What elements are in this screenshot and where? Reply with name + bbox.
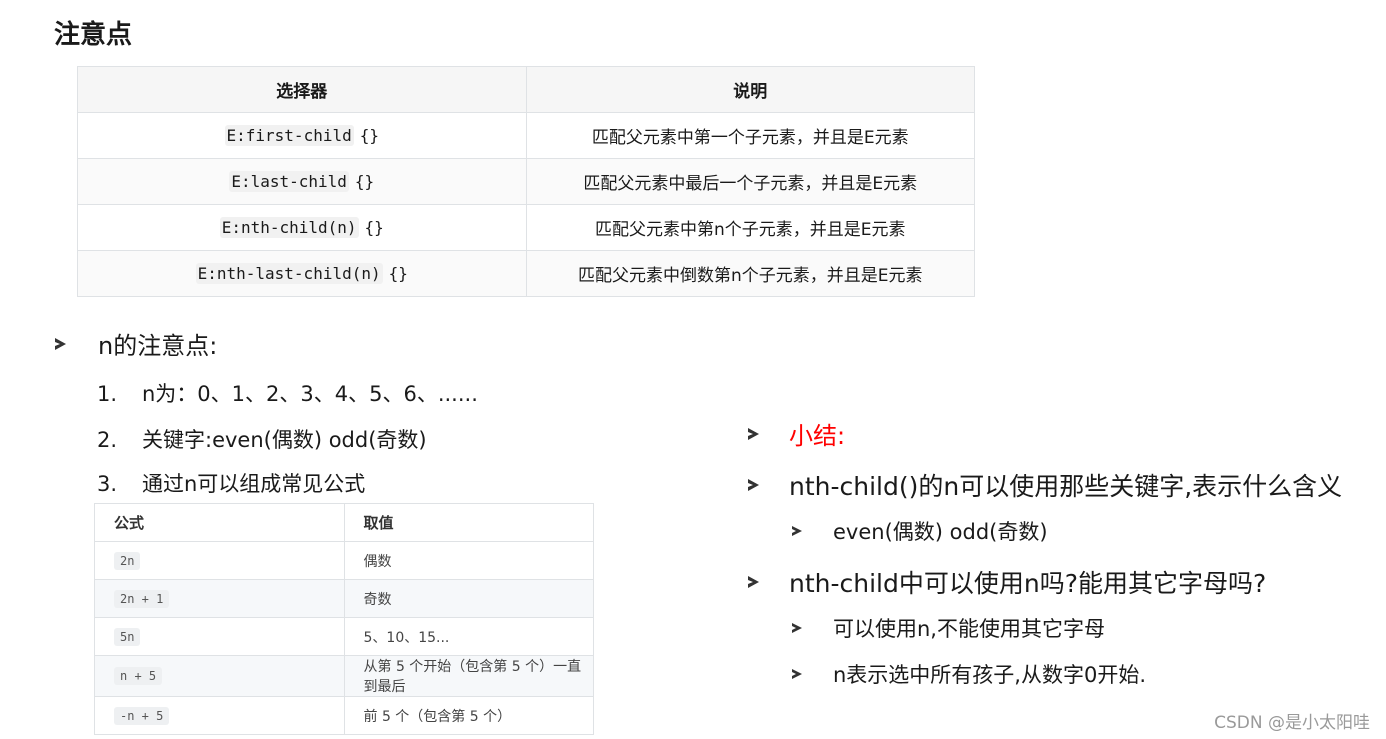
table-row: 5n 5、10、15...: [94, 617, 594, 656]
value-cell: 奇数: [343, 579, 594, 618]
summary-answer-text: n表示选中所有孩子,从数字0开始.: [833, 663, 1147, 687]
header-value: 取值: [343, 503, 594, 542]
formula-code: -n + 5: [114, 706, 170, 725]
arrow-bullet-icon: [792, 526, 802, 536]
header-selector: 选择器: [77, 66, 527, 113]
summary-question: nth-child中可以使用n吗?能用其它字母吗?: [748, 564, 1266, 600]
summary-question-text: nth-child中可以使用n吗?能用其它字母吗?: [789, 569, 1267, 598]
value-cell: 前 5 个（包含第 5 个）: [343, 696, 594, 735]
summary-answer-text: even(偶数) odd(奇数): [833, 520, 1048, 544]
table-row: -n + 5 前 5 个（包含第 5 个）: [94, 696, 594, 735]
summary-heading-text: 小结:: [789, 422, 846, 450]
n-notes-heading-text: n的注意点:: [98, 332, 218, 360]
formula-cell: -n + 5: [94, 696, 345, 735]
table-row: 2n 偶数: [94, 541, 594, 580]
table-header-row: 公式 取值: [94, 503, 594, 542]
selector-code: E:nth-child(n): [219, 216, 359, 238]
selector-braces: {}: [359, 125, 379, 145]
table-row: E:last-child{} 匹配父元素中最后一个子元素，并且是E元素: [77, 158, 975, 205]
selector-cell: E:nth-last-child(n){}: [77, 250, 527, 297]
description-cell: 匹配父元素中倒数第n个子元素，并且是E元素: [525, 250, 975, 297]
list-item: 3. 通过n可以组成常见公式: [97, 468, 365, 498]
summary-question: nth-child()的n可以使用那些关键字,表示什么含义: [748, 467, 1342, 503]
header-formula: 公式: [94, 503, 345, 542]
selector-braces: {}: [364, 217, 384, 237]
arrow-bullet-icon: [748, 479, 759, 491]
n-notes-heading: n的注意点:: [55, 326, 217, 361]
arrow-bullet-icon: [748, 576, 759, 588]
selector-cell: E:last-child{}: [77, 158, 527, 205]
selector-cell: E:first-child{}: [77, 112, 527, 159]
formula-code: 5n: [114, 627, 141, 646]
formula-code: 2n: [114, 551, 141, 570]
description-cell: 匹配父元素中最后一个子元素，并且是E元素: [525, 158, 975, 205]
value-cell: 5、10、15...: [343, 617, 594, 656]
summary-answer: even(偶数) odd(奇数): [792, 516, 1048, 546]
list-item: 1. n为：0、1、2、3、4、5、6、......: [97, 378, 478, 408]
formula-table: 公式 取值 2n 偶数 2n + 1 奇数 5n 5、10、15... n + …: [94, 503, 594, 735]
arrow-bullet-icon: [55, 337, 66, 350]
table-row: E:nth-last-child(n){} 匹配父元素中倒数第n个子元素，并且是…: [77, 250, 975, 297]
selector-braces: {}: [388, 263, 408, 283]
selector-braces: {}: [354, 171, 375, 191]
formula-cell: 2n: [94, 541, 345, 580]
description-cell: 匹配父元素中第一个子元素，并且是E元素: [525, 112, 975, 159]
list-text: 通过n可以组成常见公式: [142, 472, 366, 496]
table-header-row: 选择器 说明: [77, 66, 975, 113]
list-text: 关键字:even(偶数) odd(奇数): [142, 428, 427, 452]
formula-cell: 5n: [94, 617, 345, 656]
formula-code: 2n + 1: [114, 589, 170, 608]
formula-cell: n + 5: [94, 655, 345, 697]
summary-answer: n表示选中所有孩子,从数字0开始.: [792, 659, 1146, 689]
selector-table: 选择器 说明 E:first-child{} 匹配父元素中第一个子元素，并且是E…: [77, 66, 975, 297]
selector-code: E:first-child: [224, 124, 354, 146]
formula-cell: 2n + 1: [94, 579, 345, 618]
summary-answer: 可以使用n,不能使用其它字母: [792, 613, 1105, 643]
list-text: n为：0、1、2、3、4、5、6、......: [142, 382, 478, 406]
table-row: n + 5 从第 5 个开始（包含第 5 个）一直到最后: [94, 655, 594, 697]
formula-code: n + 5: [114, 667, 163, 685]
header-description: 说明: [525, 66, 975, 113]
list-number: 2.: [97, 428, 118, 452]
summary-answer-text: 可以使用n,不能使用其它字母: [833, 617, 1105, 641]
summary-heading: 小结:: [748, 416, 845, 451]
watermark: CSDN @是小太阳哇: [1214, 713, 1370, 733]
page-title: 注意点: [54, 20, 133, 50]
arrow-bullet-icon: [792, 623, 802, 633]
value-cell: 从第 5 个开始（包含第 5 个）一直到最后: [343, 655, 594, 697]
arrow-bullet-icon: [792, 669, 802, 679]
selector-code: E:nth-last-child(n): [195, 262, 383, 284]
summary-question-text: nth-child()的n可以使用那些关键字,表示什么含义: [789, 472, 1343, 501]
arrow-bullet-icon: [748, 427, 759, 440]
table-row: 2n + 1 奇数: [94, 579, 594, 618]
description-cell: 匹配父元素中第n个子元素，并且是E元素: [525, 204, 975, 251]
list-item: 2. 关键字:even(偶数) odd(奇数): [97, 424, 427, 454]
table-row: E:first-child{} 匹配父元素中第一个子元素，并且是E元素: [77, 112, 975, 159]
value-cell: 偶数: [343, 541, 594, 580]
selector-cell: E:nth-child(n){}: [77, 204, 527, 251]
table-row: E:nth-child(n){} 匹配父元素中第n个子元素，并且是E元素: [77, 204, 975, 251]
list-number: 1.: [97, 382, 118, 406]
list-number: 3.: [97, 472, 118, 496]
selector-code: E:last-child: [229, 170, 349, 192]
